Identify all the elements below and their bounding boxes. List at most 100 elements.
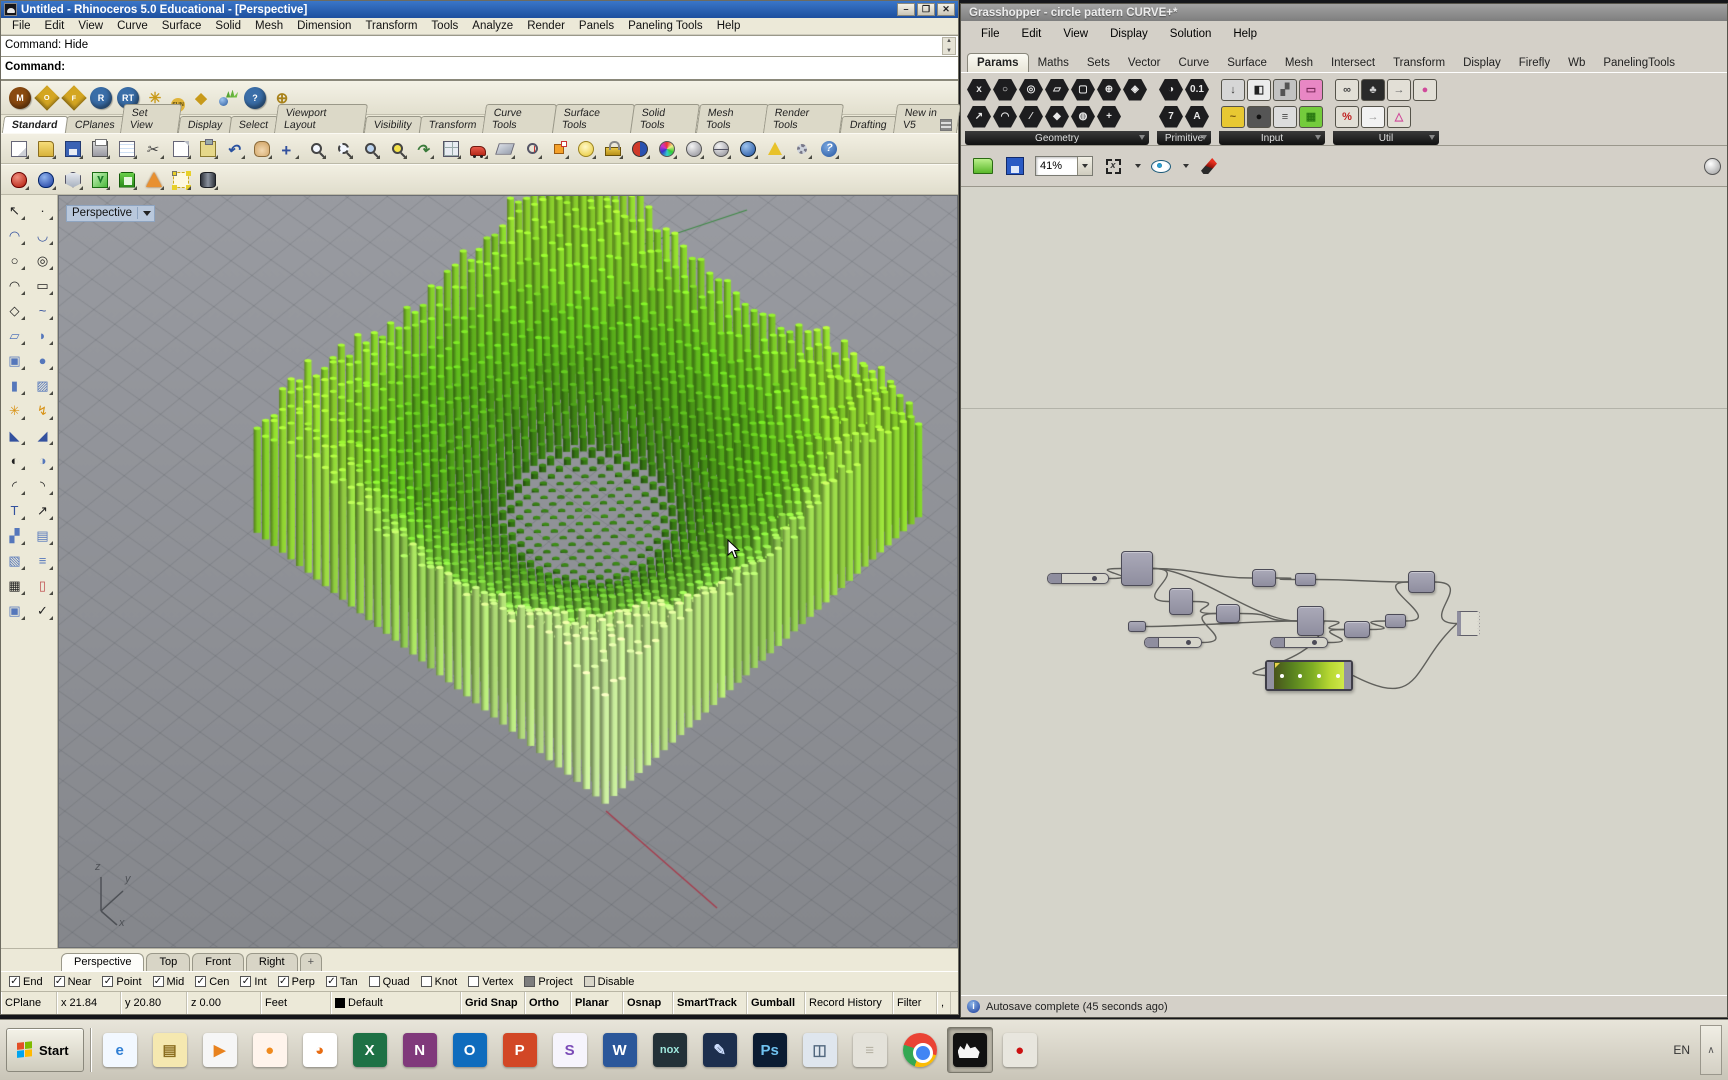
zoom-extents-button[interactable] <box>1101 154 1125 178</box>
line-param-icon[interactable]: ⁄ <box>1019 105 1043 128</box>
help-button[interactable] <box>817 137 841 161</box>
taskbar-designer-app-button[interactable]: ✎ <box>697 1027 743 1073</box>
boolean-intersect-tool-button[interactable]: ◑ <box>30 449 55 472</box>
print-button[interactable] <box>88 137 112 161</box>
gh-node-comp-d[interactable] <box>1252 569 1276 587</box>
value-list-icon[interactable]: ~ <box>1221 105 1245 128</box>
viewport-tab-perspective[interactable]: Perspective <box>61 953 145 971</box>
gh-tab-intersect[interactable]: Intersect <box>1322 54 1384 72</box>
gh-node-comp-a[interactable] <box>1121 551 1153 586</box>
osnap-end-checkbox[interactable]: ✓ <box>9 976 20 987</box>
scale-tool-button[interactable]: ↗ <box>30 499 55 522</box>
taskbar-system-tool-button[interactable]: ◫ <box>797 1027 843 1073</box>
osnap-point-checkbox[interactable]: ✓ <box>102 976 114 987</box>
curve-handles-tool-button[interactable]: ◡ <box>30 224 55 247</box>
taskbar-media-player-button[interactable]: ▶ <box>197 1027 243 1073</box>
osnap-cen[interactable]: ✓ Cen <box>195 976 229 988</box>
menu-transform[interactable]: Transform <box>358 19 424 33</box>
grasshopper-titlebar[interactable]: Grasshopper - circle pattern CURVE+* <box>961 4 1727 21</box>
gh-node-comp-h[interactable] <box>1408 571 1435 593</box>
perspective-viewport[interactable]: Perspective z y x <box>58 195 958 948</box>
zoom-combo[interactable]: 41% <box>1035 156 1093 176</box>
measure-button[interactable] <box>520 137 544 161</box>
toolbar-tab-set-view[interactable]: Set View <box>120 104 182 133</box>
menu-render[interactable]: Render <box>520 19 572 33</box>
fillet-tool-button[interactable]: ◜ <box>2 474 27 497</box>
pt-hex-box-button[interactable] <box>61 168 85 192</box>
ellipse-tool-button[interactable]: ◎ <box>30 249 55 272</box>
panel-icon[interactable]: ▭ <box>1299 78 1323 101</box>
color-wheel-button[interactable] <box>655 137 679 161</box>
taskbar-screen-recorder-button[interactable]: ● <box>997 1027 1043 1073</box>
render-ball-2-button[interactable] <box>709 137 733 161</box>
block-tool-button[interactable]: ▞ <box>2 524 27 547</box>
toolbar-tab-render-tools[interactable]: Render Tools <box>763 104 845 133</box>
render-red-ball-button[interactable] <box>7 168 31 192</box>
flash-tool-button[interactable]: ↯ <box>30 399 55 422</box>
gh-tab-curve[interactable]: Curve <box>1170 54 1219 72</box>
blend-tool-button[interactable]: ◝ <box>30 474 55 497</box>
palette-group-label-primitive[interactable]: Primitive <box>1157 131 1211 145</box>
status-filter[interactable]: Filter <box>893 992 937 1014</box>
explode-tool-button[interactable]: ✳ <box>2 399 27 422</box>
osnap-int[interactable]: ✓ Int <box>240 976 267 988</box>
notes-button[interactable] <box>763 137 787 161</box>
status-grid-snap[interactable]: Grid Snap <box>461 992 525 1014</box>
gh-tab-panelingtools[interactable]: PanelingTools <box>1594 54 1684 72</box>
osnap-quad[interactable]: Quad <box>368 976 410 988</box>
gh-node-comp-f[interactable] <box>1344 621 1370 638</box>
boolean-toggle-icon[interactable]: ◧ <box>1247 78 1271 101</box>
rhino-titlebar[interactable]: Untitled - Rhinoceros 5.0 Educational - … <box>1 1 958 18</box>
osnap-perp-checkbox[interactable]: ✓ <box>277 976 289 987</box>
command-history[interactable]: Command: Hide ▲ ▼ <box>1 35 958 57</box>
viewport-tab-front[interactable]: Front <box>192 953 244 971</box>
undo-view-button[interactable] <box>412 137 436 161</box>
gh-node-slider-b[interactable] <box>1144 637 1202 648</box>
taskbar-internet-explorer-button[interactable]: e <box>97 1027 143 1073</box>
knob-icon[interactable]: ● <box>1247 105 1271 128</box>
polygon-tool-button[interactable]: ◇ <box>2 299 27 322</box>
toolbar-tab-surface-tools[interactable]: Surface Tools <box>552 104 636 133</box>
status-x-21-84[interactable]: x 21.84 <box>57 992 121 1014</box>
canvas-paint-button[interactable] <box>1197 154 1221 178</box>
named-view-button[interactable] <box>466 137 490 161</box>
osnap-toggle-icon[interactable]: O <box>34 84 60 111</box>
toolbar-tab-transform[interactable]: Transform <box>418 116 487 133</box>
start-button[interactable]: Start <box>6 1028 84 1072</box>
item-list-icon[interactable]: ≡ <box>1273 105 1297 128</box>
toolbar-tab-display[interactable]: Display <box>177 116 233 133</box>
gh-menu-display[interactable]: Display <box>1100 26 1158 42</box>
gh-node-gradient[interactable] <box>1265 660 1353 691</box>
cluster-icon[interactable]: ● <box>1413 78 1437 101</box>
status-default[interactable]: Default <box>331 992 461 1014</box>
vector-param-icon[interactable]: ↗ <box>967 105 991 128</box>
toolbar-tab-select[interactable]: Select <box>228 116 279 133</box>
toolbar-grid-icon[interactable] <box>940 119 952 131</box>
status-planar[interactable]: Planar <box>571 992 623 1014</box>
viewport-tab-top[interactable]: Top <box>146 953 191 971</box>
group-param-icon[interactable]: + <box>1097 105 1121 128</box>
osnap-disable[interactable]: Disable <box>583 976 634 988</box>
zoom-dropdown-icon[interactable] <box>1077 157 1092 175</box>
osnap-int-checkbox[interactable]: ✓ <box>240 976 252 987</box>
menu-help[interactable]: Help <box>710 19 748 33</box>
gh-node-comp-e[interactable] <box>1297 606 1324 636</box>
mesh-param-icon[interactable]: ⊕ <box>1097 78 1121 101</box>
box-param-icon[interactable]: ▢ <box>1071 78 1095 101</box>
copy-button[interactable] <box>169 137 193 161</box>
taskbar-nox-button[interactable]: nox <box>647 1027 693 1073</box>
undo-button[interactable] <box>223 137 247 161</box>
palette-group-label-geometry[interactable]: Geometry <box>965 131 1149 145</box>
zoom-selected-button[interactable] <box>385 137 409 161</box>
gh-tab-display[interactable]: Display <box>1454 54 1510 72</box>
toolbar-tab-viewport-layout[interactable]: Viewport Layout <box>274 104 369 133</box>
command-scrollbar[interactable]: ▲ ▼ <box>942 37 956 55</box>
paste-button[interactable] <box>196 137 220 161</box>
integer-param-icon[interactable]: 7 <box>1159 105 1183 128</box>
osnap-tan[interactable]: ✓ Tan <box>325 976 358 988</box>
menu-curve[interactable]: Curve <box>110 19 155 33</box>
taskbar-orange-ball-app-button[interactable]: ● <box>247 1027 293 1073</box>
project-tool-button[interactable]: ≡ <box>30 549 55 572</box>
status-y-20-80[interactable]: y 20.80 <box>121 992 187 1014</box>
save-button[interactable] <box>61 137 85 161</box>
